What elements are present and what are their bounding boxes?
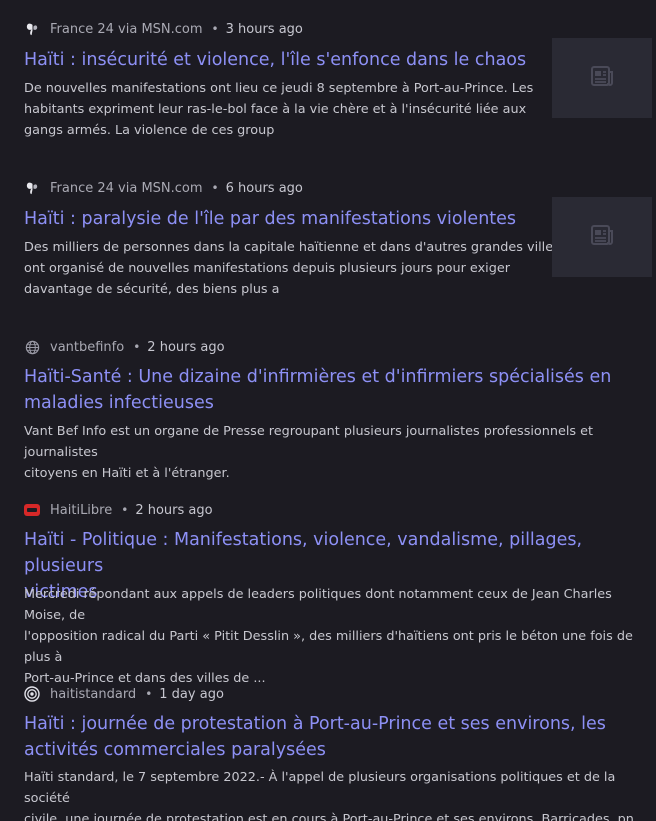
snippet-line: citoyens en Haïti et à l'étranger.	[24, 466, 230, 481]
article-meta: France 24 via MSN.com • 6 hours ago	[24, 179, 303, 197]
source-name[interactable]: France 24 via MSN.com	[50, 181, 203, 196]
separator: •	[211, 181, 219, 195]
article-thumbnail[interactable]	[552, 38, 652, 118]
title-line[interactable]: Haïti : journée de protestation à Port-a…	[24, 711, 606, 737]
globe-icon	[24, 339, 40, 355]
snippet-line: gangs armés. La violence de ces group	[24, 123, 275, 138]
article-meta: France 24 via MSN.com • 3 hours ago	[24, 20, 303, 38]
article-meta: HaitiLibre • 2 hours ago	[24, 501, 213, 519]
snippet-line: l'opposition radical du Parti « Pitit De…	[24, 629, 633, 665]
separator: •	[145, 687, 153, 701]
snippet-line: davantage de sécurité, des biens plus a	[24, 282, 280, 297]
snippet-line: Des milliers de personnes dans la capita…	[24, 240, 560, 255]
title-line[interactable]: activités commerciales paralysées	[24, 737, 606, 763]
snippet-line: ont organisé de nouvelles manifestations…	[24, 261, 510, 276]
article-title[interactable]: Haïti : paralysie de l'île par des manif…	[24, 206, 516, 232]
timestamp: 6 hours ago	[225, 180, 303, 196]
separator: •	[121, 503, 129, 517]
source-name[interactable]: vantbefinfo	[50, 340, 124, 355]
snippet-line: De nouvelles manifestations ont lieu ce …	[24, 81, 534, 96]
article-title[interactable]: Haïti-Santé : Une dizaine d'infirmières …	[24, 364, 611, 416]
article-meta: haitistandard • 1 day ago	[24, 685, 224, 703]
snippet-line: Haïti standard, le 7 septembre 2022.- À …	[24, 770, 616, 806]
title-line[interactable]: Haïti : insécurité et violence, l'île s'…	[24, 47, 526, 73]
article-icon	[589, 63, 615, 93]
news-feed: France 24 via MSN.com • 3 hours ago Haït…	[0, 0, 656, 821]
snippet-line: Mercredi répondant aux appels de leaders…	[24, 587, 612, 623]
snippet-line: Vant Bef Info est un organe de Presse re…	[24, 424, 594, 460]
article-snippet: De nouvelles manifestations ont lieu ce …	[24, 78, 533, 141]
article-icon	[589, 222, 615, 252]
timestamp: 2 hours ago	[147, 339, 225, 355]
separator: •	[211, 22, 219, 36]
article-title[interactable]: Haïti : journée de protestation à Port-a…	[24, 711, 606, 763]
title-line[interactable]: Haïti-Santé : Une dizaine d'infirmières …	[24, 364, 611, 390]
article-snippet: Mercredi répondant aux appels de leaders…	[24, 584, 656, 689]
broadcast-icon	[24, 686, 40, 702]
timestamp: 3 hours ago	[225, 21, 303, 37]
haitilibre-logo-icon	[24, 502, 40, 518]
source-name[interactable]: haitistandard	[50, 687, 136, 702]
snippet-line: habitants expriment leur ras-le-bol face…	[24, 102, 527, 117]
timestamp: 2 hours ago	[135, 502, 213, 518]
article-snippet: Des milliers de personnes dans la capita…	[24, 237, 560, 300]
butterfly-icon	[24, 180, 40, 196]
snippet-line: civile, une journée de protestation est …	[24, 812, 634, 821]
article-title[interactable]: Haïti : insécurité et violence, l'île s'…	[24, 47, 526, 73]
timestamp: 1 day ago	[159, 686, 224, 702]
article-snippet: Haïti standard, le 7 septembre 2022.- À …	[24, 767, 656, 821]
article-thumbnail[interactable]	[552, 197, 652, 277]
separator: •	[133, 340, 141, 354]
source-name[interactable]: HaitiLibre	[50, 503, 112, 518]
source-name[interactable]: France 24 via MSN.com	[50, 22, 203, 37]
title-line[interactable]: Haïti - Politique : Manifestations, viol…	[24, 527, 656, 579]
article-meta: vantbefinfo • 2 hours ago	[24, 338, 225, 356]
article-snippet: Vant Bef Info est un organe de Presse re…	[24, 421, 656, 484]
butterfly-icon	[24, 21, 40, 37]
title-line[interactable]: Haïti : paralysie de l'île par des manif…	[24, 206, 516, 232]
title-line[interactable]: maladies infectieuses	[24, 390, 611, 416]
